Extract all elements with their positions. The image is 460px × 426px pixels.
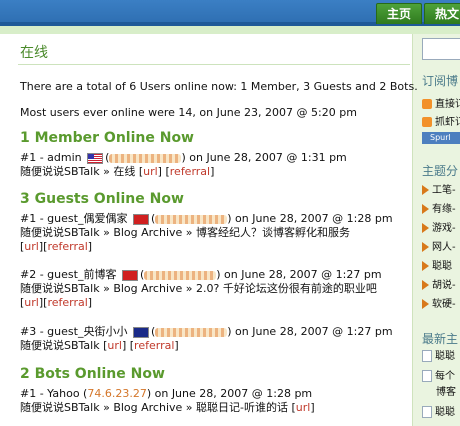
bot-url-link[interactable]: url — [296, 401, 311, 414]
arrow-icon — [422, 242, 429, 252]
online-summary: There are a total of 6 Users online now:… — [20, 80, 418, 93]
recent-heading: 最新主 — [422, 332, 459, 346]
spurl-button[interactable]: Spurl — [422, 132, 460, 144]
guest-row-1: #1 - guest_偶爱偶家 () on June 28, 2007 @ 1:… — [20, 212, 393, 225]
guest-referral-link[interactable]: referral — [134, 339, 174, 352]
member-loc-text: 随便说说SBTalk » 在线 [ — [20, 165, 144, 178]
guest-name: #3 - guest_央街小小 — [20, 325, 128, 338]
guest-url-link[interactable]: url — [24, 296, 39, 309]
document-icon — [422, 370, 432, 382]
guest-time: on June 28, 2007 @ 1:27 pm — [220, 268, 382, 281]
arrow-icon — [422, 299, 429, 309]
guest-links-2: [url][referral] — [20, 296, 93, 309]
guest-links-1: [url][referral] — [20, 240, 93, 253]
guests-heading: 3 Guests Online Now — [20, 191, 184, 207]
document-icon — [422, 406, 432, 418]
bot-time: ) on June 28, 2007 @ 1:28 pm — [146, 387, 313, 400]
arrow-icon — [422, 204, 429, 214]
guest-location-1: 随便说说SBTalk » Blog Archive » 博客经纪人？谈博客孵化和… — [20, 226, 350, 240]
bot-loc-text: 随便说说SBTalk » Blog Archive » 聪聪日记-听谁的话 [ — [20, 401, 296, 414]
recent-item-cont[interactable]: 博客 — [436, 386, 456, 400]
topics-heading: 主题分 — [422, 164, 459, 178]
bots-heading: 2 Bots Online Now — [20, 366, 165, 382]
topic-item[interactable]: 有缘- — [422, 203, 456, 217]
arrow-icon — [422, 280, 429, 290]
ip-redacted — [109, 153, 182, 163]
topic-item[interactable]: 胡说- — [422, 279, 456, 293]
feed-direct[interactable]: 直接订 — [422, 98, 460, 112]
rss-icon — [422, 117, 432, 127]
guest-loc-text: 随便说说SBTalk [ — [20, 339, 108, 352]
topic-item[interactable]: 软硬- — [422, 298, 456, 312]
subscribe-heading: 订阅博 — [422, 74, 459, 88]
guest-url-link[interactable]: url — [24, 240, 39, 253]
guest-time: on June 28, 2007 @ 1:28 pm — [231, 212, 393, 225]
guest-location-2: 随便说说SBTalk » Blog Archive » 2.0? 千好论坛这份很… — [20, 282, 377, 296]
bot-location-1: 随便说说SBTalk » Blog Archive » 聪聪日记-听谁的话 [u… — [20, 401, 315, 414]
nav-hot-tab[interactable]: 热文 — [424, 3, 460, 24]
member-name: #1 - admin — [20, 151, 82, 164]
guest-url-link[interactable]: url — [107, 339, 122, 352]
recent-item[interactable]: 聪聪 — [422, 350, 455, 364]
topic-item[interactable]: 网人- — [422, 241, 456, 255]
guest-location-3: 随便说说SBTalk [url] [referral] — [20, 339, 179, 352]
guest-loc-text: 随便说说SBTalk » Blog Archive » 2.0? 千好论坛这份很… — [20, 282, 377, 295]
cn-flag-icon — [121, 269, 138, 281]
guest-name: #1 - guest_偶爱偶家 — [20, 212, 128, 225]
au-flag-icon — [132, 326, 149, 338]
arrow-icon — [422, 185, 429, 195]
bot-ip: 74.6.23.27 — [87, 387, 147, 400]
member-url-link[interactable]: url — [143, 165, 158, 178]
member-location: 随便说说SBTalk » 在线 [url] [referral] — [20, 165, 215, 178]
member-referral-link[interactable]: referral — [170, 165, 210, 178]
ip-redacted — [155, 327, 228, 337]
title-divider — [18, 64, 410, 65]
topic-item[interactable]: 工笔- — [422, 184, 456, 198]
topic-item[interactable]: 聪聪 — [422, 260, 452, 274]
page-title: 在线 — [20, 45, 48, 61]
guest-name: #2 - guest_前博客 — [20, 268, 117, 281]
guest-referral-link[interactable]: referral — [47, 240, 87, 253]
ip-redacted — [155, 214, 228, 224]
arrow-icon — [422, 261, 429, 271]
bot-row-1: #1 - Yahoo (74.6.23.27) on June 28, 2007… — [20, 387, 312, 401]
members-heading: 1 Member Online Now — [20, 130, 194, 146]
nav-home-tab[interactable]: 主页 — [376, 3, 422, 24]
rss-icon — [422, 99, 432, 109]
most-online: Most users ever online were 14, on June … — [20, 106, 357, 119]
member-row-1: #1 - admin () on June 28, 2007 @ 1:31 pm — [20, 151, 347, 164]
guest-row-2: #2 - guest_前博客 () on June 28, 2007 @ 1:2… — [20, 268, 382, 281]
arrow-icon — [422, 223, 429, 233]
feed-zhuaxia[interactable]: 抓虾订 — [422, 116, 460, 130]
guest-referral-link[interactable]: referral — [47, 296, 87, 309]
ip-redacted — [144, 270, 217, 280]
bot-name: #1 - Yahoo ( — [20, 387, 88, 400]
recent-item[interactable]: 每个 — [422, 370, 455, 384]
sub-banner — [0, 26, 460, 34]
guest-time: on June 28, 2007 @ 1:27 pm — [231, 325, 393, 338]
us-flag-icon — [87, 152, 104, 164]
recent-item[interactable]: 聪聪 — [422, 406, 455, 420]
search-input[interactable] — [422, 38, 460, 60]
guest-loc-text: 随便说说SBTalk » Blog Archive » 博客经纪人？谈博客孵化和… — [20, 226, 351, 239]
document-icon — [422, 350, 432, 362]
cn-flag-icon — [132, 213, 149, 225]
topic-item[interactable]: 游戏- — [422, 222, 456, 236]
member-time: on June 28, 2007 @ 1:31 pm — [185, 151, 347, 164]
guest-row-3: #3 - guest_央街小小 () on June 28, 2007 @ 1:… — [20, 325, 393, 338]
